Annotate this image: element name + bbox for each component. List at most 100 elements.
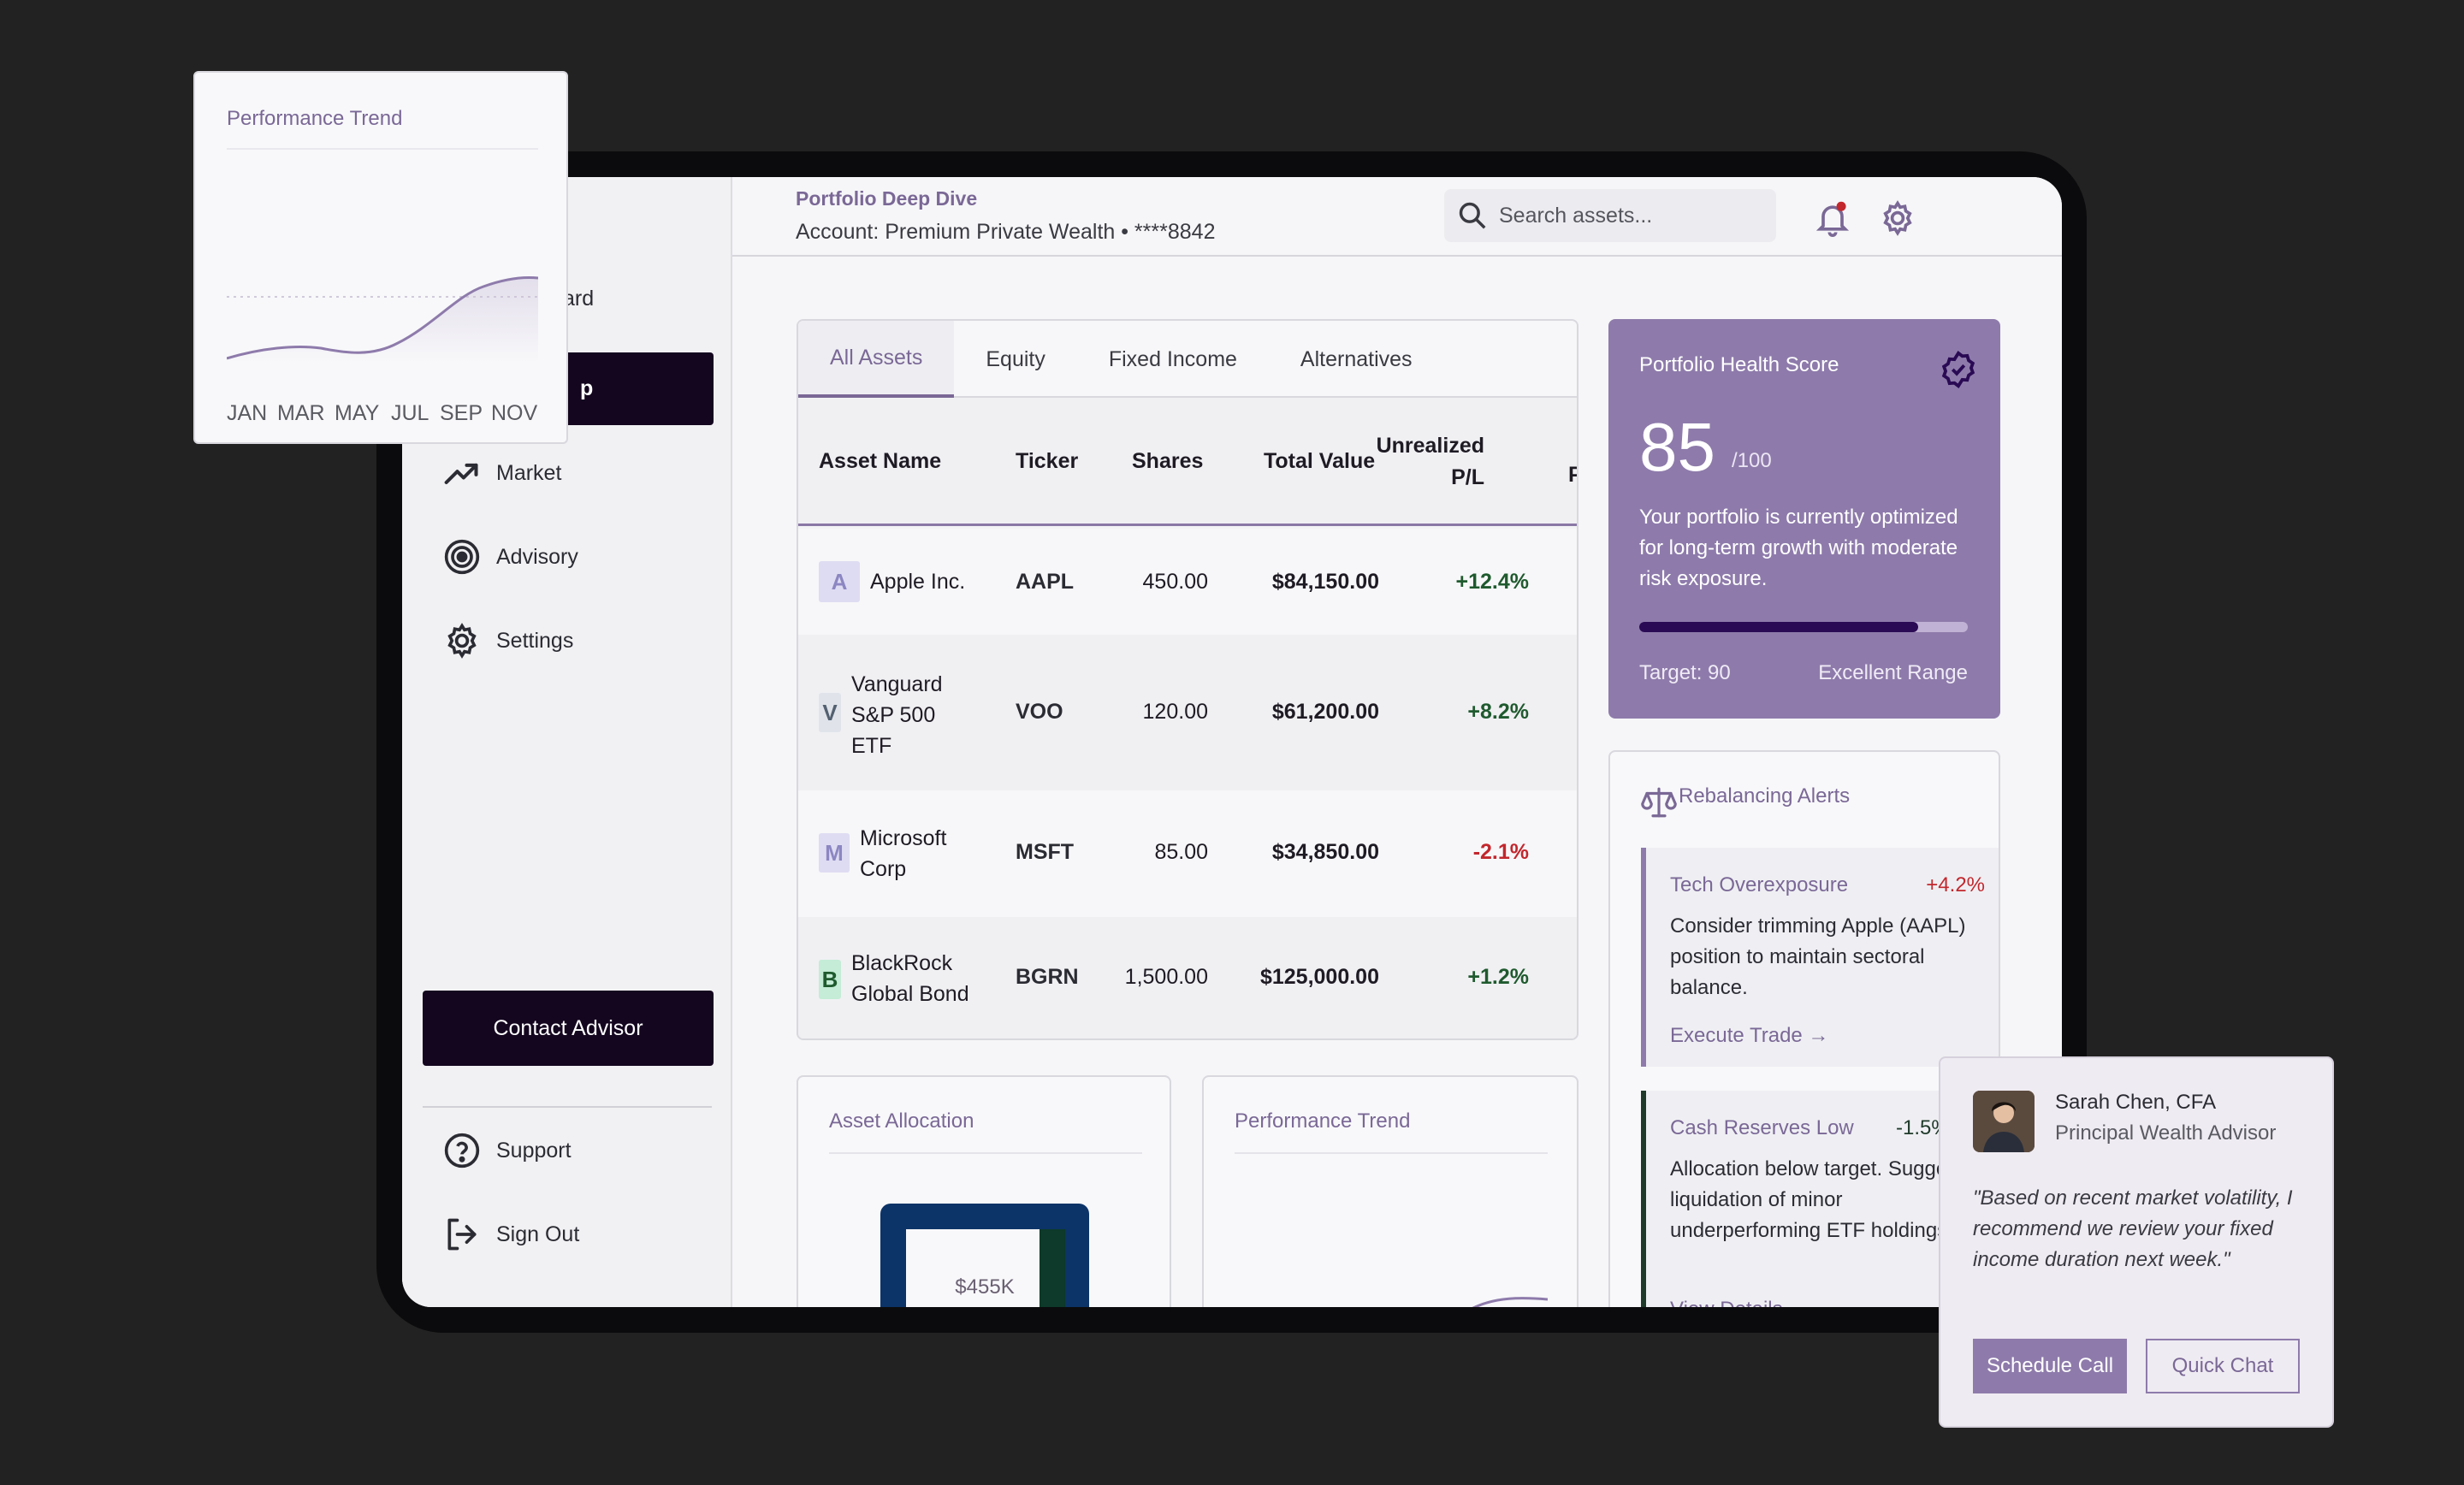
sidebar-item-advisory[interactable]: Advisory: [443, 538, 578, 576]
search-box[interactable]: [1444, 189, 1776, 242]
header-extra: P: [1568, 463, 1577, 488]
help-icon: [444, 1133, 480, 1168]
asset-tabs: All Assets Equity Fixed Income Alternati…: [798, 321, 1577, 398]
asset-shares: 85.00: [1154, 840, 1208, 864]
rebalancing-alerts-title: Rebalancing Alerts: [1679, 784, 1851, 808]
month-label: JUL: [391, 401, 429, 425]
health-score: 85: [1639, 409, 1715, 485]
tab-equity[interactable]: Equity: [954, 321, 1076, 398]
asset-name-line: Global Bond: [851, 982, 969, 1006]
asset-name-line: Vanguard: [851, 672, 943, 696]
search-icon: [1459, 202, 1486, 229]
sidebar-item-support[interactable]: Support: [443, 1132, 572, 1169]
sidebar-item-label: Settings: [496, 628, 574, 653]
month-label: MAY: [335, 401, 380, 425]
performance-trend-title: Performance Trend: [1235, 1109, 1411, 1133]
health-range: Excellent Range: [1818, 661, 1968, 684]
table-row[interactable]: M Microsoft Corp MSFT 85.00 $34,850.00 -…: [798, 790, 1577, 917]
month-label: SEP: [440, 401, 483, 425]
account-subtitle: Account: Premium Private Wealth • ****88…: [796, 220, 1216, 244]
gear-icon[interactable]: [1879, 199, 1916, 237]
floating-performance-title: Performance Trend: [227, 107, 403, 130]
health-title: Portfolio Health Score: [1639, 353, 1839, 376]
asset-unrealized-pl: -2.1%: [1472, 840, 1529, 864]
asset-total-value: $84,150.00: [1271, 570, 1379, 594]
month-label: MAR: [277, 401, 325, 425]
table-header: Asset Name Ticker Shares Total Value Unr…: [798, 398, 1577, 526]
contact-advisor-button[interactable]: Contact Advisor: [423, 991, 714, 1066]
advisor-role: Principal Wealth Advisor: [2055, 1121, 2277, 1145]
asset-total-value: $125,000.00: [1259, 965, 1379, 989]
asset-shares: 1,500.00: [1124, 965, 1208, 989]
sidebar-item-active-label: p: [580, 376, 594, 400]
asset-ticker: AAPL: [1016, 570, 1075, 594]
asset-badge: B: [819, 960, 841, 999]
table-row[interactable]: V Vanguard S&P 500 ETF VOO 120.00 $61,20…: [798, 635, 1577, 790]
target-icon: [444, 539, 480, 575]
tab-fixed-income[interactable]: Fixed Income: [1077, 321, 1269, 398]
app-screen: ard p Market Advisory Settings Contact A…: [402, 177, 2062, 1307]
asset-unrealized-pl: +1.2%: [1467, 965, 1529, 989]
sidebar-item-market[interactable]: Market: [443, 454, 561, 492]
tab-alternatives[interactable]: Alternatives: [1269, 321, 1444, 398]
asset-badge: A: [819, 561, 860, 602]
health-progress-fill: [1639, 622, 1919, 632]
asset-name: Microsoft Corp: [860, 823, 946, 884]
page-title: Portfolio Deep Dive: [796, 187, 978, 210]
asset-badge: M: [819, 833, 850, 873]
sidebar-item-label: Support: [496, 1138, 572, 1163]
floating-performance-card: Performance Trend JAN MAR MAY JUL SEP NO…: [193, 71, 568, 444]
asset-shares: 120.00: [1142, 700, 1208, 724]
top-header: Portfolio Deep Dive Account: Premium Pri…: [732, 177, 2062, 257]
performance-sparkline: [227, 276, 538, 364]
sign-out-icon: [447, 1218, 477, 1251]
performance-trend-card: Performance Trend: [1202, 1075, 1578, 1307]
bell-icon[interactable]: [1814, 199, 1851, 237]
month-label: JAN: [227, 401, 268, 425]
asset-unrealized-pl: +8.2%: [1467, 700, 1529, 724]
advisor-quote: "Based on recent market volatility, I re…: [1973, 1186, 2293, 1271]
table-row[interactable]: A Apple Inc. AAPL 450.00 $84,150.00 +12.…: [798, 529, 1577, 635]
asset-name-line: S&P 500: [851, 703, 936, 727]
asset-allocation-title: Asset Allocation: [829, 1109, 974, 1133]
tab-all-assets[interactable]: All Assets: [798, 321, 955, 398]
schedule-call-button[interactable]: Schedule Call: [1973, 1339, 2127, 1393]
performance-trend-line: [1472, 1297, 1548, 1307]
asset-ticker: VOO: [1016, 700, 1063, 724]
sidebar-item-settings[interactable]: Settings: [443, 622, 573, 660]
asset-total-value: $34,850.00: [1271, 840, 1379, 864]
asset-name-line: BlackRock: [851, 951, 953, 975]
asset-name: Vanguard S&P 500 ETF: [851, 669, 943, 761]
allocation-center-value: $455K: [955, 1275, 1015, 1299]
asset-name-line: ETF: [851, 734, 892, 758]
asset-name: BlackRock Global Bond: [851, 948, 969, 1009]
alert-item: Tech Overexposure +4.2% Consider trimmin…: [1641, 848, 1999, 1067]
asset-shares: 450.00: [1142, 570, 1208, 594]
advisor-avatar-image: [1973, 1091, 2035, 1152]
health-description: Your portfolio is currently optimized fo…: [1639, 506, 1958, 590]
avatar: [1973, 1091, 2035, 1152]
month-label: NOV: [491, 401, 538, 425]
view-details-link[interactable]: View Details →: [1670, 1298, 1809, 1307]
health-score-max: /100: [1732, 449, 1772, 472]
sidebar-item-label: Sign Out: [496, 1222, 580, 1246]
asset-total-value: $61,200.00: [1271, 700, 1379, 724]
asset-name: Apple Inc.: [870, 570, 966, 594]
execute-trade-link[interactable]: Execute Trade →: [1670, 1024, 1828, 1048]
asset-allocation-card: Asset Allocation $455K: [797, 1075, 1171, 1307]
alert-title: Tech Overexposure: [1670, 873, 1849, 896]
gear-icon: [447, 623, 477, 659]
alert-body: Consider trimming Apple (AAPL) position …: [1670, 914, 1966, 999]
sidebar-item-sign-out[interactable]: Sign Out: [443, 1216, 579, 1253]
asset-ticker: MSFT: [1016, 840, 1075, 864]
asset-ticker: BGRN: [1016, 965, 1079, 989]
table-row[interactable]: B BlackRock Global Bond BGRN 1,500.00 $1…: [798, 917, 1577, 1038]
trending-up-icon: [444, 463, 478, 485]
asset-name-line: Microsoft: [860, 826, 947, 850]
health-progress-bar: [1639, 622, 1968, 632]
search-input[interactable]: [1499, 203, 1756, 228]
quick-chat-button[interactable]: Quick Chat: [2146, 1339, 2300, 1393]
alert-title: Cash Reserves Low: [1670, 1116, 1854, 1139]
advisor-name: Sarah Chen, CFA: [2055, 1091, 2217, 1114]
alert-pct: +4.2%: [1926, 873, 1985, 896]
